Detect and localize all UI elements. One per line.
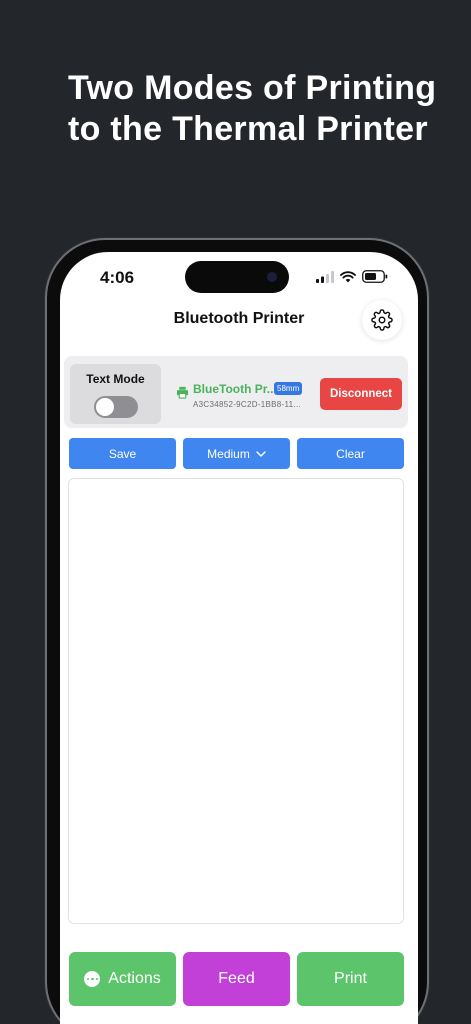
print-label: Print xyxy=(334,970,367,987)
disconnect-button[interactable]: Disconnect xyxy=(320,378,402,410)
signal-icon xyxy=(316,270,334,283)
headline-line-2: to the Thermal Printer xyxy=(68,110,428,148)
feed-button[interactable]: Feed xyxy=(183,952,290,1006)
printer-name: BlueTooth Pr... xyxy=(193,382,277,396)
dynamic-island xyxy=(185,261,289,293)
clear-label: Clear xyxy=(336,446,365,461)
save-button[interactable]: Save xyxy=(69,438,176,469)
actions-button[interactable]: Actions xyxy=(69,952,176,1006)
actions-label: Actions xyxy=(108,970,161,987)
clear-button[interactable]: Clear xyxy=(297,438,404,469)
battery-icon xyxy=(362,270,388,283)
toggle-knob xyxy=(96,398,114,416)
font-size-label: Medium xyxy=(207,446,250,461)
settings-button[interactable] xyxy=(362,300,402,340)
font-size-dropdown[interactable]: Medium xyxy=(183,438,290,469)
text-editor[interactable] xyxy=(68,478,404,924)
save-label: Save xyxy=(108,446,137,461)
camera-icon xyxy=(267,272,277,282)
text-mode-box: Text Mode xyxy=(70,364,161,424)
promo-headline: Two Modes of Printing to the Thermal Pri… xyxy=(68,68,468,150)
editor-toolbar: Save Medium Clear xyxy=(69,438,404,469)
headline-line-1: Two Modes of Printing xyxy=(68,69,437,107)
feed-label: Feed xyxy=(218,970,255,987)
gear-icon xyxy=(371,309,393,331)
status-time: 4:06 xyxy=(100,268,135,287)
wifi-icon xyxy=(340,270,356,282)
print-button[interactable]: Print xyxy=(297,952,404,1006)
chevron-down-icon xyxy=(256,450,266,457)
status-icons xyxy=(316,270,388,283)
printer-icon xyxy=(176,386,189,399)
paper-size-badge: 58mm xyxy=(274,382,303,395)
text-mode-toggle[interactable] xyxy=(94,396,138,418)
printer-connection-panel: Text Mode BlueTooth Pr... 58mm A3C34852-… xyxy=(64,356,408,428)
more-icon xyxy=(84,971,101,987)
text-mode-label: Text Mode xyxy=(86,372,145,386)
phone-screen: 4:06 Bluetooth Printer Text Mode BlueToo… xyxy=(60,252,418,1024)
printer-id: A3C34852-9C2D-1BB8-11... xyxy=(193,400,301,409)
